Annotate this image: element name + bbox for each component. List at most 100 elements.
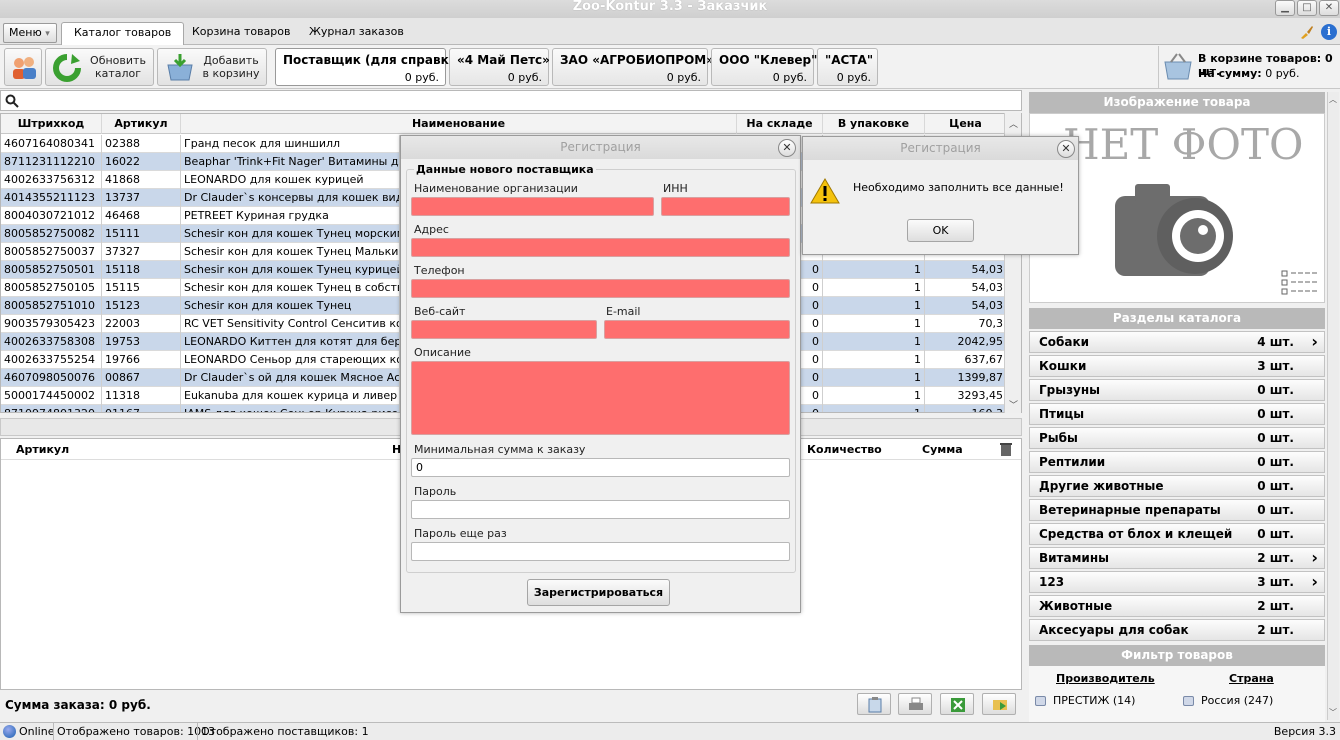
- password-label: Пароль: [414, 485, 457, 498]
- catalog-item[interactable]: Грызуны 0 шт.: [1029, 379, 1325, 401]
- password-repeat-field[interactable]: [411, 542, 790, 561]
- tab-catalog[interactable]: Каталог товаров: [61, 22, 185, 45]
- inn-field[interactable]: [661, 197, 790, 216]
- users-button[interactable]: [4, 48, 42, 86]
- catalog-item[interactable]: Витамины 2 шт. ›: [1029, 547, 1325, 569]
- col-article[interactable]: Артикул: [102, 114, 181, 134]
- filter-manufacturer-item[interactable]: ПРЕСТИЖ (14): [1053, 694, 1135, 707]
- table-cell: 4002633758308: [1, 333, 102, 351]
- status-suppliers: Отображено поставщиков: 1: [197, 723, 369, 740]
- catalog-item[interactable]: Собаки 4 шт. ›: [1029, 331, 1325, 353]
- search-input[interactable]: [0, 90, 1022, 111]
- table-cell: 15111: [102, 225, 181, 243]
- list-view-icon[interactable]: [1281, 270, 1319, 296]
- cart-sum: На сумму: 0 руб.: [1198, 67, 1300, 80]
- dialog-title: Регистрация: [401, 136, 800, 159]
- table-cell: 8710974801320: [1, 405, 102, 412]
- table-cell: 2042,95: [925, 333, 1007, 351]
- password-field[interactable]: [411, 500, 790, 519]
- table-cell: 01167: [102, 405, 181, 412]
- filter-manufacturer-header[interactable]: Производитель: [1056, 672, 1155, 685]
- excel-button[interactable]: [940, 693, 974, 715]
- menu-button[interactable]: Меню ▾: [3, 23, 57, 43]
- filter-country-header[interactable]: Страна: [1229, 672, 1274, 685]
- catalog-item-name: Рыбы: [1039, 431, 1078, 445]
- table-cell: Dr Clauder`s консервы для кошек вида Дом: [181, 189, 400, 207]
- register-button[interactable]: Зарегистрироваться: [527, 579, 670, 606]
- maximize-button[interactable]: □: [1297, 0, 1317, 16]
- table-cell: 1: [823, 405, 925, 412]
- minimize-button[interactable]: ▁: [1275, 0, 1295, 16]
- camera-icon: [1115, 184, 1233, 276]
- table-cell: 8004030721012: [1, 207, 102, 225]
- chevron-right-icon[interactable]: ›: [1311, 548, 1318, 568]
- brush-icon[interactable]: [1298, 24, 1314, 40]
- country-checkbox[interactable]: [1183, 696, 1194, 706]
- excel-icon: [951, 698, 965, 712]
- col-stock[interactable]: На складе: [737, 114, 823, 134]
- supplier-card[interactable]: "АСТА" 0 руб.: [817, 48, 878, 86]
- col-price[interactable]: Цена: [925, 114, 1007, 134]
- catalog-item[interactable]: Кошки 3 шт.: [1029, 355, 1325, 377]
- catalog-item-count: 0 шт.: [1257, 479, 1294, 493]
- email-field[interactable]: [604, 320, 790, 339]
- close-button[interactable]: ✕: [1319, 0, 1339, 16]
- org-field[interactable]: [411, 197, 654, 216]
- supplier-card[interactable]: ООО "Клевер" 0 руб.: [711, 48, 817, 86]
- table-cell: 16022: [102, 153, 181, 171]
- table-cell: 15118: [102, 261, 181, 279]
- add-to-cart-button[interactable]: Добавить в корзину: [157, 48, 267, 86]
- catalog-item[interactable]: Животные 2 шт.: [1029, 595, 1325, 617]
- catalog-item[interactable]: Средства от блох и клещей 0 шт.: [1029, 523, 1325, 545]
- catalog-item[interactable]: Птицы 0 шт.: [1029, 403, 1325, 425]
- ok-button[interactable]: OK: [907, 219, 974, 242]
- catalog-item[interactable]: Аксесуары для собак 2 шт.: [1029, 619, 1325, 641]
- col-pack[interactable]: В упаковке: [823, 114, 925, 134]
- supplier-card[interactable]: Поставщик (для справки) 0 руб.: [275, 48, 463, 86]
- catalog-item[interactable]: 123 3 шт. ›: [1029, 571, 1325, 593]
- minsum-label: Минимальная сумма к заказу: [414, 443, 586, 456]
- col-name[interactable]: Наименование: [181, 114, 737, 134]
- minsum-field[interactable]: 0: [411, 458, 790, 477]
- table-cell: 37327: [102, 243, 181, 261]
- no-photo-text: НЕТ ФОТО: [1063, 120, 1304, 169]
- chevron-right-icon[interactable]: ›: [1311, 332, 1318, 352]
- address-field[interactable]: [411, 238, 790, 257]
- chevron-right-icon[interactable]: ›: [1311, 572, 1318, 592]
- right-scrollbar[interactable]: ︿ ﹀: [1327, 92, 1339, 720]
- basket-icon[interactable]: [1163, 52, 1193, 82]
- registration-dialog: Регистрация ✕ Данные нового поставщика Н…: [400, 135, 801, 613]
- print-button[interactable]: [898, 693, 932, 715]
- catalog-item-name: Витамины: [1039, 551, 1109, 565]
- catalog-item[interactable]: Другие животные 0 шт.: [1029, 475, 1325, 497]
- catalog-item[interactable]: Рептилии 0 шт.: [1029, 451, 1325, 473]
- supplier-card[interactable]: «4 Май Петс» 0 руб.: [449, 48, 550, 86]
- table-cell: Schesir кон для кошек Тунец морскими во: [181, 225, 400, 243]
- tab-cart[interactable]: Корзина товаров: [180, 22, 303, 45]
- catalog-item-count: 0 шт.: [1257, 383, 1294, 397]
- catalog-item[interactable]: Ветеринарные препараты 0 шт.: [1029, 499, 1325, 521]
- col-barcode[interactable]: Штрихкод: [1, 114, 102, 134]
- manufacturer-checkbox[interactable]: [1035, 696, 1046, 706]
- catalog-item[interactable]: Рыбы 0 шт.: [1029, 427, 1325, 449]
- website-field[interactable]: [411, 320, 597, 339]
- phone-field[interactable]: [411, 279, 790, 298]
- description-field[interactable]: [411, 361, 790, 435]
- refresh-catalog-button[interactable]: Обновить каталог: [45, 48, 154, 86]
- catalog-item-count: 0 шт.: [1257, 455, 1294, 469]
- supplier-card[interactable]: ЗАО «АГРОБИОПРОМ» 0 руб.: [552, 48, 714, 86]
- table-cell: Eukanuba для кошек курица и ливер: [181, 387, 400, 405]
- tab-orders[interactable]: Журнал заказов: [297, 22, 416, 45]
- clipboard-button[interactable]: [857, 693, 891, 715]
- msgbox-close-button[interactable]: ✕: [1057, 140, 1075, 158]
- col-order-sum: Сумма: [922, 443, 963, 456]
- dialog-close-button[interactable]: ✕: [778, 139, 796, 157]
- filter-country-item[interactable]: Россия (247): [1201, 694, 1273, 707]
- refresh-icon: [53, 54, 81, 82]
- table-cell: Schesir кон для кошек Тунец в собственно: [181, 279, 400, 297]
- send-button[interactable]: [982, 693, 1016, 715]
- trash-icon[interactable]: [999, 442, 1013, 457]
- globe-icon: [3, 725, 16, 738]
- info-icon[interactable]: i: [1321, 24, 1337, 40]
- catalog-item-name: Грызуны: [1039, 383, 1101, 397]
